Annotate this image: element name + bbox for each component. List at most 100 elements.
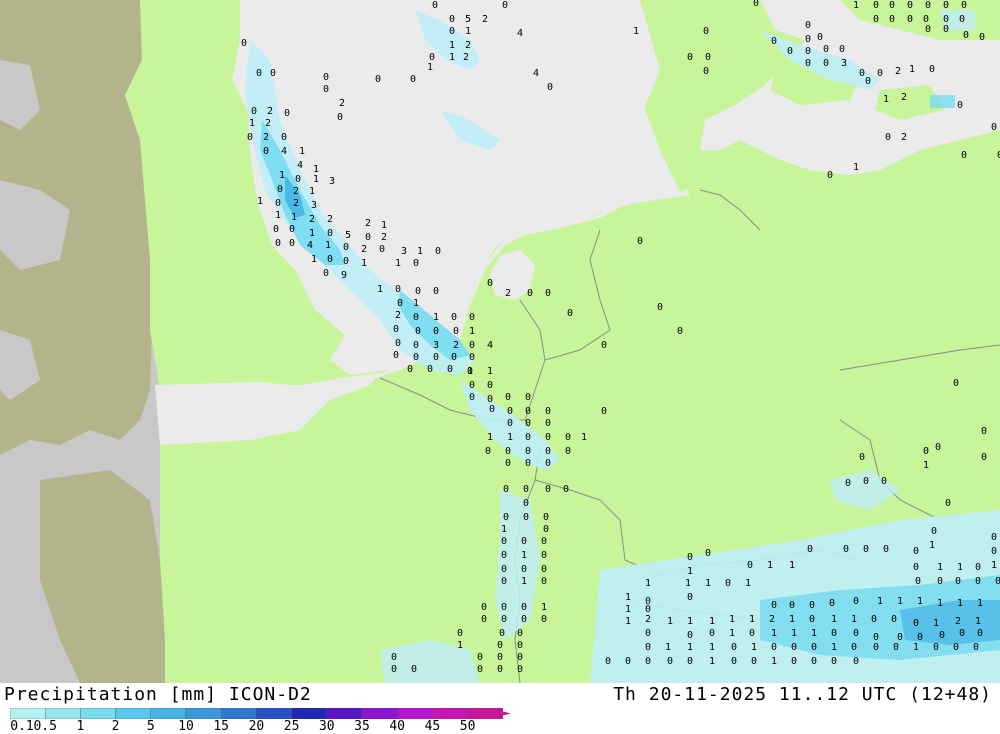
precip-value-label: 2 [309,214,315,225]
precip-value-label: 0 [289,238,295,249]
precip-value-label: 0 [541,564,547,575]
precip-value-label: 0 [469,312,475,323]
precip-value-label: 0 [831,628,837,639]
precip-value-label: 0 [807,544,813,555]
precip-value-label: 1 [687,616,693,627]
precip-value-label: 0 [256,68,262,79]
precip-value-label: 1 [877,596,883,607]
precip-value-label: 0 [263,146,269,157]
legend-label: 25 [283,719,300,734]
precip-value-label: 0 [961,0,967,11]
precip-value-label: 0 [845,478,851,489]
precip-value-label: 1 [937,562,943,573]
precip-value-label: 0 [705,548,711,559]
precip-value-label: 0 [871,614,877,625]
precip-value-label: 0 [289,224,295,235]
precip-value-label: 2 [293,198,299,209]
precip-value-label: 2 [327,214,333,225]
precip-value-label: 0 [605,656,611,667]
precip-value-label: 0 [469,352,475,363]
precip-value-label: 1 [487,366,493,377]
precip-value-label: 0 [831,656,837,667]
precip-value-label: 0 [959,14,965,25]
precip-value-label: 1 [325,240,331,251]
precip-value-label: 0 [753,0,759,9]
legend-label: 5 [146,719,155,734]
precip-value-label: 1 [625,616,631,627]
precip-value-label: 0 [747,560,753,571]
legend-label: 10 [178,719,194,734]
precip-value-label: 1 [521,550,527,561]
legend-label: 1 [76,719,85,734]
precip-value-label: 1 [709,616,715,627]
precip-value-label: 0 [410,74,416,85]
legend-label: 2 [111,719,120,734]
precip-value-label: 0 [885,132,891,143]
precip-value-label: 1 [933,618,939,629]
legend-swatch [256,708,292,719]
precip-value-label: 0 [541,614,547,625]
precip-value-label: 0 [645,642,651,653]
precip-value-label: 1 [249,118,255,129]
precip-value-label: 1 [645,578,651,589]
precip-value-label: 4 [281,146,287,157]
precip-value-label: 0 [247,132,253,143]
precip-value-label: 0 [505,458,511,469]
precip-value-label: 0 [913,546,919,557]
precip-value-label: 0 [323,84,329,95]
precip-value-label: 0 [517,628,523,639]
legend-swatch [10,708,46,719]
precip-value-label: 0 [959,628,965,639]
precip-value-label: 0 [881,476,887,487]
precip-value-label: 3 [841,58,847,69]
precip-value-label: 0 [503,484,509,495]
precip-value-label: 0 [945,498,951,509]
legend-label: 50 [459,719,476,734]
precip-value-label: 0 [805,58,811,69]
precip-value-label: 1 [687,642,693,653]
precip-value-label: 2 [361,244,367,255]
precip-value-label: 0 [907,0,913,11]
precip-value-label: 1 [665,642,671,653]
precip-value-label: 0 [915,576,921,587]
precip-value-label: 0 [501,564,507,575]
precip-value-label: 1 [667,616,673,627]
precip-value-label: 0 [725,578,731,589]
precip-value-label: 0 [961,150,967,161]
precip-value-label: 0 [943,0,949,11]
precip-value-label: 0 [447,364,453,375]
legend-labels: 0.1 0.5 1 2 5 10 15 20 25 30 35 40 45 50 [0,719,520,734]
precip-value-label: 0 [687,630,693,641]
precip-value-label: 0 [407,364,413,375]
legend-swatch [291,708,328,719]
precip-value-label: 0 [907,14,913,25]
precip-value-label: 0 [565,446,571,457]
precip-value-label: 1 [749,614,755,625]
precip-value-label: 0 [395,284,401,295]
precip-value-label: 0 [563,484,569,495]
legend-label: 0.1 [10,719,34,734]
precip-value-label: 1 [771,656,777,667]
precip-value-label: 0 [771,36,777,47]
precip-value-label: 1 [771,628,777,639]
precip-value-label: 0 [981,426,987,437]
precip-value-label: 0 [893,642,899,653]
precip-value-label: 0 [501,536,507,547]
precip-value-label: 0 [270,68,276,79]
precip-value-label: 0 [521,614,527,625]
map-footer: Precipitation [mm] ICON-D2 Th 20-11-2025… [0,683,1000,734]
precip-value-label: 0 [501,602,507,613]
precip-value-label: 0 [433,286,439,297]
precip-value-label: 0 [413,312,419,323]
precip-value-label: 0 [251,106,257,117]
precip-value-label: 1 [395,258,401,269]
precip-value-label: 2 [263,132,269,143]
precip-value-label: 2 [955,616,961,627]
precip-value-label: 0 [953,642,959,653]
precip-value-label: 0 [433,352,439,363]
precip-value-label: 0 [677,326,683,337]
precip-value-label: 3 [311,200,317,211]
precip-value-label: 3 [329,176,335,187]
precip-value-label: 0 [667,656,673,667]
precip-value-label: 1 [279,170,285,181]
